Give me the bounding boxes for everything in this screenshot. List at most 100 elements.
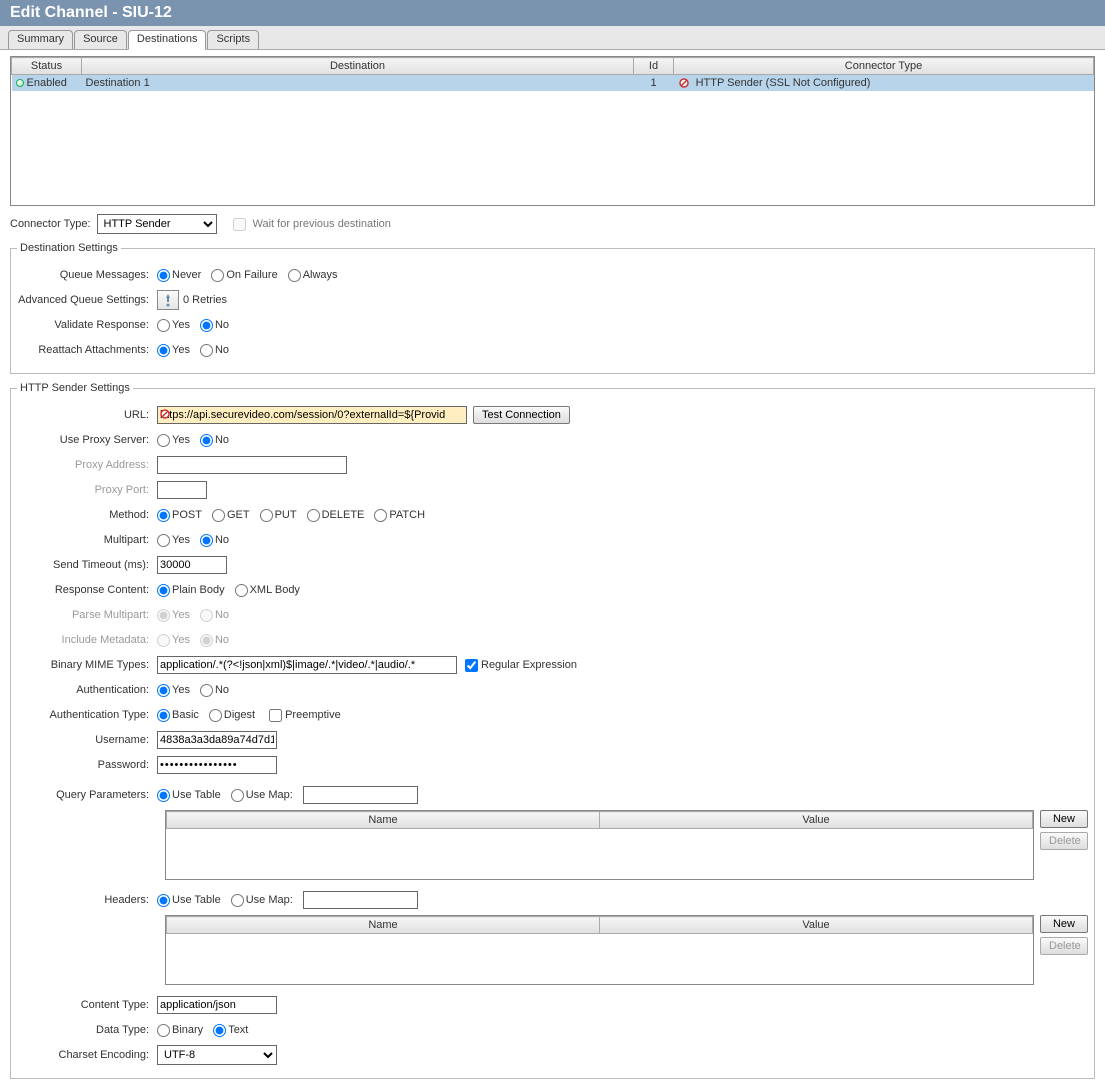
query-params-table[interactable]: Name Value [165, 810, 1034, 880]
timeout-input[interactable] [157, 556, 227, 574]
qp-map-input [303, 786, 418, 804]
qp-map-radio[interactable] [231, 789, 244, 802]
incl-meta-no-radio [200, 634, 213, 647]
method-post-radio[interactable] [157, 509, 170, 522]
multipart-yes-radio[interactable] [157, 534, 170, 547]
method-label: Method: [17, 509, 157, 521]
tab-summary[interactable]: Summary [8, 30, 73, 49]
preemptive-checkbox[interactable] [269, 709, 282, 722]
hd-delete-button: Delete [1040, 937, 1088, 955]
http-sender-settings: HTTP Sender Settings URL: Test Connectio… [10, 382, 1095, 1079]
response-content-label: Response Content: [17, 584, 157, 596]
qp-col-value[interactable]: Value [600, 812, 1033, 829]
proxy-address-label: Proxy Address: [17, 459, 157, 471]
queue-onfailure-radio[interactable] [211, 269, 224, 282]
qp-new-button[interactable]: New [1040, 810, 1088, 828]
connector-type-select[interactable]: HTTP Sender [97, 214, 217, 234]
proxy-port-input [157, 481, 207, 499]
method-patch-radio[interactable] [374, 509, 387, 522]
validate-no-radio[interactable] [200, 319, 213, 332]
hd-map-radio[interactable] [231, 894, 244, 907]
mime-types-label: Binary MIME Types: [17, 659, 157, 671]
incl-meta-yes-radio [157, 634, 170, 647]
hd-table-radio[interactable] [157, 894, 170, 907]
mime-types-input[interactable] [157, 656, 457, 674]
parse-multi-no-radio [200, 609, 213, 622]
datatype-text-radio[interactable] [213, 1024, 226, 1037]
headers-table[interactable]: Name Value [165, 915, 1034, 985]
resp-xml-radio[interactable] [235, 584, 248, 597]
reattach-no-radio[interactable] [200, 344, 213, 357]
hd-col-name[interactable]: Name [167, 917, 600, 934]
destination-name: Destination 1 [82, 75, 634, 92]
validate-yes-radio[interactable] [157, 319, 170, 332]
username-input[interactable] [157, 731, 277, 749]
qp-col-name[interactable]: Name [167, 812, 600, 829]
qp-table-radio[interactable] [157, 789, 170, 802]
method-delete-radio[interactable] [307, 509, 320, 522]
adv-queue-label: Advanced Queue Settings: [17, 294, 157, 306]
url-label: URL: [17, 409, 157, 421]
destination-id: 1 [634, 75, 674, 92]
method-put-radio[interactable] [260, 509, 273, 522]
auth-yes-radio[interactable] [157, 684, 170, 697]
url-input[interactable] [157, 406, 467, 424]
password-label: Password: [17, 759, 157, 771]
wait-previous-label: Wait for previous destination [253, 218, 391, 230]
wait-previous-checkbox [233, 218, 246, 231]
queue-never-radio[interactable] [157, 269, 170, 282]
multipart-label: Multipart: [17, 534, 157, 546]
resp-plain-radio[interactable] [157, 584, 170, 597]
datatype-binary-radio[interactable] [157, 1024, 170, 1037]
parse-multipart-label: Parse Multipart: [17, 609, 157, 621]
tab-source[interactable]: Source [74, 30, 127, 49]
window-title: Edit Channel - SIU-12 [0, 0, 1105, 26]
adv-queue-value: 0 Retries [183, 294, 227, 306]
connector-type-text: HTTP Sender (SSL Not Configured) [696, 77, 871, 89]
use-proxy-label: Use Proxy Server: [17, 434, 157, 446]
regex-label: Regular Expression [481, 659, 577, 671]
col-id[interactable]: Id [634, 58, 674, 75]
regex-checkbox[interactable] [465, 659, 478, 672]
multipart-no-radio[interactable] [200, 534, 213, 547]
status-enabled-icon [16, 79, 24, 87]
ssl-warning-icon [678, 77, 690, 89]
col-connector-type[interactable]: Connector Type [674, 58, 1094, 75]
destination-settings-legend: Destination Settings [17, 242, 121, 254]
auth-basic-radio[interactable] [157, 709, 170, 722]
destinations-table[interactable]: Status Destination Id Connector Type Ena… [10, 56, 1095, 206]
reattach-yes-radio[interactable] [157, 344, 170, 357]
queue-messages-label: Queue Messages: [17, 269, 157, 281]
auth-no-radio[interactable] [200, 684, 213, 697]
preemptive-label: Preemptive [285, 709, 341, 721]
hd-col-value[interactable]: Value [600, 917, 1033, 934]
timeout-label: Send Timeout (ms): [17, 559, 157, 571]
tab-scripts[interactable]: Scripts [207, 30, 259, 49]
proxy-no-radio[interactable] [200, 434, 213, 447]
password-input[interactable] [157, 756, 277, 774]
destination-settings: Destination Settings Queue Messages: Nev… [10, 242, 1095, 374]
query-params-label: Query Parameters: [17, 789, 157, 801]
charset-select[interactable]: UTF-8 [157, 1045, 277, 1065]
auth-digest-radio[interactable] [209, 709, 222, 722]
col-status[interactable]: Status [12, 58, 82, 75]
proxy-port-label: Proxy Port: [17, 484, 157, 496]
hd-new-button[interactable]: New [1040, 915, 1088, 933]
parse-multi-yes-radio [157, 609, 170, 622]
proxy-yes-radio[interactable] [157, 434, 170, 447]
table-row[interactable]: Enabled Destination 1 1 HTTP Sender (SSL… [12, 75, 1094, 92]
test-connection-button[interactable]: Test Connection [473, 406, 570, 424]
status-text: Enabled [27, 77, 67, 89]
content-type-label: Content Type: [17, 999, 157, 1011]
qp-delete-button: Delete [1040, 832, 1088, 850]
adv-queue-button[interactable] [157, 290, 179, 310]
proxy-address-input [157, 456, 347, 474]
queue-always-radio[interactable] [288, 269, 301, 282]
authentication-label: Authentication: [17, 684, 157, 696]
content-type-input[interactable] [157, 996, 277, 1014]
col-destination[interactable]: Destination [82, 58, 634, 75]
tab-destinations[interactable]: Destinations [128, 30, 207, 50]
method-get-radio[interactable] [212, 509, 225, 522]
include-metadata-label: Include Metadata: [17, 634, 157, 646]
auth-type-label: Authentication Type: [17, 709, 157, 721]
